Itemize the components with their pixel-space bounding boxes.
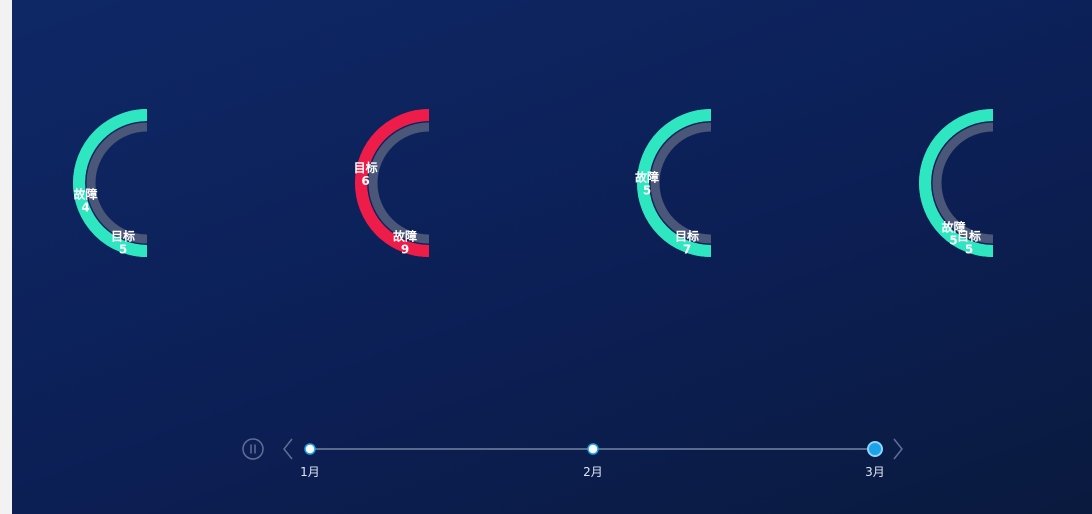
gauge-label-name: 目标 xyxy=(675,228,699,243)
timeline-label[interactable]: 1月 xyxy=(290,463,330,480)
timeline-point[interactable] xyxy=(304,443,316,455)
gauge-1: 故障4 目标5 xyxy=(73,109,148,257)
gauge-label-value: 6 xyxy=(361,174,369,188)
timeline-label[interactable]: 2月 xyxy=(573,463,613,480)
gauge-label-value: 5 xyxy=(119,242,127,256)
timeline-point[interactable] xyxy=(587,443,599,455)
gauge-label-value: 4 xyxy=(81,201,89,215)
timeline-label[interactable]: 3月 xyxy=(855,463,895,480)
gauge-label-name: 故障 xyxy=(635,170,659,185)
gauge-2: 目标6 故障9 xyxy=(354,109,430,257)
gauge-label-value: 9 xyxy=(401,242,409,256)
gauge-track xyxy=(368,122,430,244)
gauge-label-name: 故障 xyxy=(393,228,417,243)
gauge-label-name: 故障 xyxy=(73,187,97,202)
gauge-label-name: 目标 xyxy=(111,228,135,243)
chart-panel: 故障 4 目标 5 目标 6 故障 9 故障 5 目标 7 故障 5 目标 5 1月 2月 3月 xyxy=(12,0,1092,514)
gauge-label-value: 5 xyxy=(965,242,973,256)
gauge-label-name: 目标 xyxy=(354,160,378,175)
gauge-3: 故障5 目标7 xyxy=(635,109,712,257)
gauge-charts: 故障4目标5目标6故障9故障5目标7故障5 目标5 xyxy=(73,109,994,257)
gauge-track xyxy=(86,122,148,244)
gauge-label-name: 目标 xyxy=(957,228,981,243)
gauge-track xyxy=(650,122,712,244)
gauge-label-value: 7 xyxy=(683,242,691,256)
gauge-label-value: 5 xyxy=(643,184,651,198)
gauge-4: 故障5 目标5 xyxy=(919,109,994,257)
timeline-point[interactable] xyxy=(867,441,883,457)
